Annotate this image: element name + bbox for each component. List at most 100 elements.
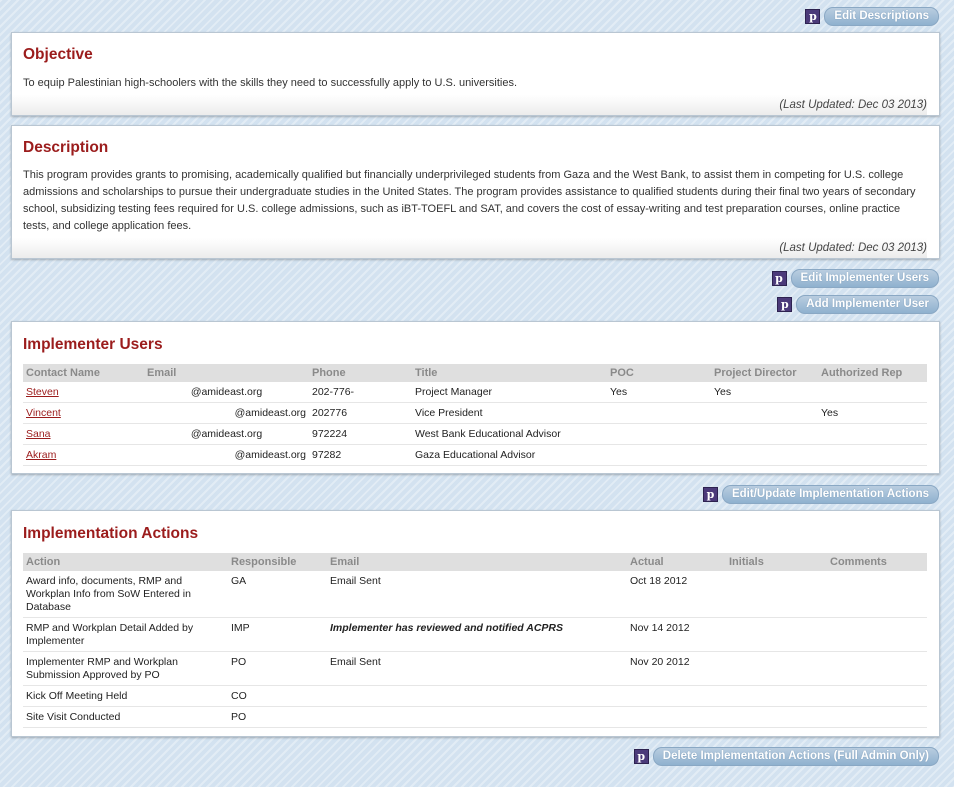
p-icon[interactable]: p [777, 297, 793, 312]
table-row: Steven @amideast.org 202-776- Project Ma… [23, 382, 927, 403]
column-header: Project Director [711, 364, 818, 382]
objective-panel: Objective To equip Palestinian high-scho… [11, 32, 940, 116]
p-icon[interactable]: p [702, 487, 718, 502]
table-row: Award info, documents, RMP and Workplan … [23, 571, 927, 618]
p-icon[interactable]: p [805, 9, 821, 24]
description-last-updated: (Last Updated: Dec 03 2013) [12, 238, 927, 258]
responsible-cell: IMP [228, 617, 327, 652]
email-cell: @amideast.org [144, 423, 309, 445]
actual-cell [627, 685, 726, 707]
title-cell: Project Manager [412, 382, 607, 403]
table-row: Kick Off Meeting Held CO [23, 685, 927, 707]
email-cell: @amideast.org [144, 382, 309, 403]
comments-cell [827, 706, 927, 728]
objective-last-updated: (Last Updated: Dec 03 2013) [12, 95, 927, 115]
initials-cell [726, 706, 827, 728]
responsible-cell: PO [228, 706, 327, 728]
responsible-cell: PO [228, 651, 327, 686]
column-header: Authorized Rep [818, 364, 927, 382]
actual-cell: Nov 20 2012 [627, 651, 726, 686]
initials-cell [726, 571, 827, 618]
email-cell: Email Sent [327, 571, 627, 618]
email-cell [327, 706, 627, 728]
action-cell: Kick Off Meeting Held [23, 685, 228, 707]
initials-cell [726, 685, 827, 707]
poc-cell [607, 402, 711, 424]
authorized-rep-cell: Yes [818, 402, 927, 424]
implementation-actions-panel: Implementation Actions Action Responsibl… [11, 510, 940, 737]
phone-cell: 97282 [309, 444, 412, 466]
poc-cell: Yes [607, 382, 711, 403]
objective-text: To equip Palestinian high-schoolers with… [23, 77, 518, 89]
title-cell: West Bank Educational Advisor [412, 423, 607, 445]
table-row: Site Visit Conducted PO [23, 706, 927, 728]
add-implementer-user-row: p Add Implementer User [777, 295, 939, 314]
email-cell [327, 685, 627, 707]
project-director-cell [711, 423, 818, 445]
contact-name-link[interactable]: Steven [26, 386, 59, 398]
responsible-cell: GA [228, 571, 327, 618]
description-panel: Description This program provides grants… [11, 125, 940, 259]
email-cell: Email Sent [327, 651, 627, 686]
comments-cell [827, 571, 927, 618]
responsible-cell: CO [228, 685, 327, 707]
authorized-rep-cell [818, 382, 927, 403]
table-header-row: Contact Name Email Phone Title POC Proje… [23, 364, 927, 382]
phone-cell: 202776 [309, 402, 412, 424]
column-header: Contact Name [23, 364, 144, 382]
authorized-rep-cell [818, 444, 927, 466]
actual-cell: Oct 18 2012 [627, 571, 726, 618]
implementation-actions-table: Action Responsible Email Actual Initials… [23, 553, 927, 728]
edit-descriptions-button[interactable]: Edit Descriptions [824, 7, 939, 26]
email-cell: @amideast.org [144, 444, 309, 466]
title-cell: Gaza Educational Advisor [412, 444, 607, 466]
column-header: Responsible [228, 553, 327, 571]
title-cell: Vice President [412, 402, 607, 424]
implementer-users-table: Contact Name Email Phone Title POC Proje… [23, 364, 927, 466]
table-row: Sana @amideast.org 972224 West Bank Educ… [23, 423, 927, 445]
initials-cell [726, 651, 827, 686]
contact-name-link[interactable]: Vincent [26, 407, 61, 419]
email-cell: Implementer has reviewed and notified AC… [327, 617, 627, 652]
column-header: Phone [309, 364, 412, 382]
edit-descriptions-row: p Edit Descriptions [805, 7, 939, 26]
contact-name-link[interactable]: Sana [26, 428, 51, 440]
comments-cell [827, 685, 927, 707]
column-header: POC [607, 364, 711, 382]
column-header: Comments [827, 553, 927, 571]
actual-cell [627, 706, 726, 728]
actual-cell: Nov 14 2012 [627, 617, 726, 652]
comments-cell [827, 617, 927, 652]
add-implementer-user-button[interactable]: Add Implementer User [796, 295, 939, 314]
edit-update-actions-row: p Edit/Update Implementation Actions [702, 485, 939, 504]
comments-cell [827, 651, 927, 686]
edit-implementer-users-button[interactable]: Edit Implementer Users [790, 269, 939, 288]
action-cell: Site Visit Conducted [23, 706, 228, 728]
table-row: Implementer RMP and Workplan Submission … [23, 651, 927, 686]
delete-actions-button[interactable]: Delete Implementation Actions (Full Admi… [652, 747, 939, 766]
implementer-users-panel: Implementer Users Contact Name Email Pho… [11, 321, 940, 474]
contact-name-link[interactable]: Akram [26, 449, 56, 461]
action-cell: Implementer RMP and Workplan Submission … [23, 651, 228, 686]
implementation-actions-title: Implementation Actions [23, 525, 199, 542]
delete-actions-row: p Delete Implementation Actions (Full Ad… [633, 747, 939, 766]
column-header: Email [327, 553, 627, 571]
poc-cell [607, 444, 711, 466]
action-cell: RMP and Workplan Detail Added by Impleme… [23, 617, 228, 652]
project-director-cell: Yes [711, 382, 818, 403]
objective-title: Objective [23, 46, 93, 63]
p-icon[interactable]: p [771, 271, 787, 286]
column-header: Email [144, 364, 309, 382]
column-header: Actual [627, 553, 726, 571]
edit-implementer-users-row: p Edit Implementer Users [771, 269, 939, 288]
table-row: Akram @amideast.org 97282 Gaza Education… [23, 444, 927, 466]
column-header: Title [412, 364, 607, 382]
description-title: Description [23, 139, 109, 156]
email-cell: @amideast.org [144, 402, 309, 424]
edit-update-actions-button[interactable]: Edit/Update Implementation Actions [721, 485, 939, 504]
initials-cell [726, 617, 827, 652]
phone-cell: 202-776- [309, 382, 412, 403]
description-text: This program provides grants to promisin… [23, 169, 916, 232]
phone-cell: 972224 [309, 423, 412, 445]
p-icon[interactable]: p [633, 749, 649, 764]
